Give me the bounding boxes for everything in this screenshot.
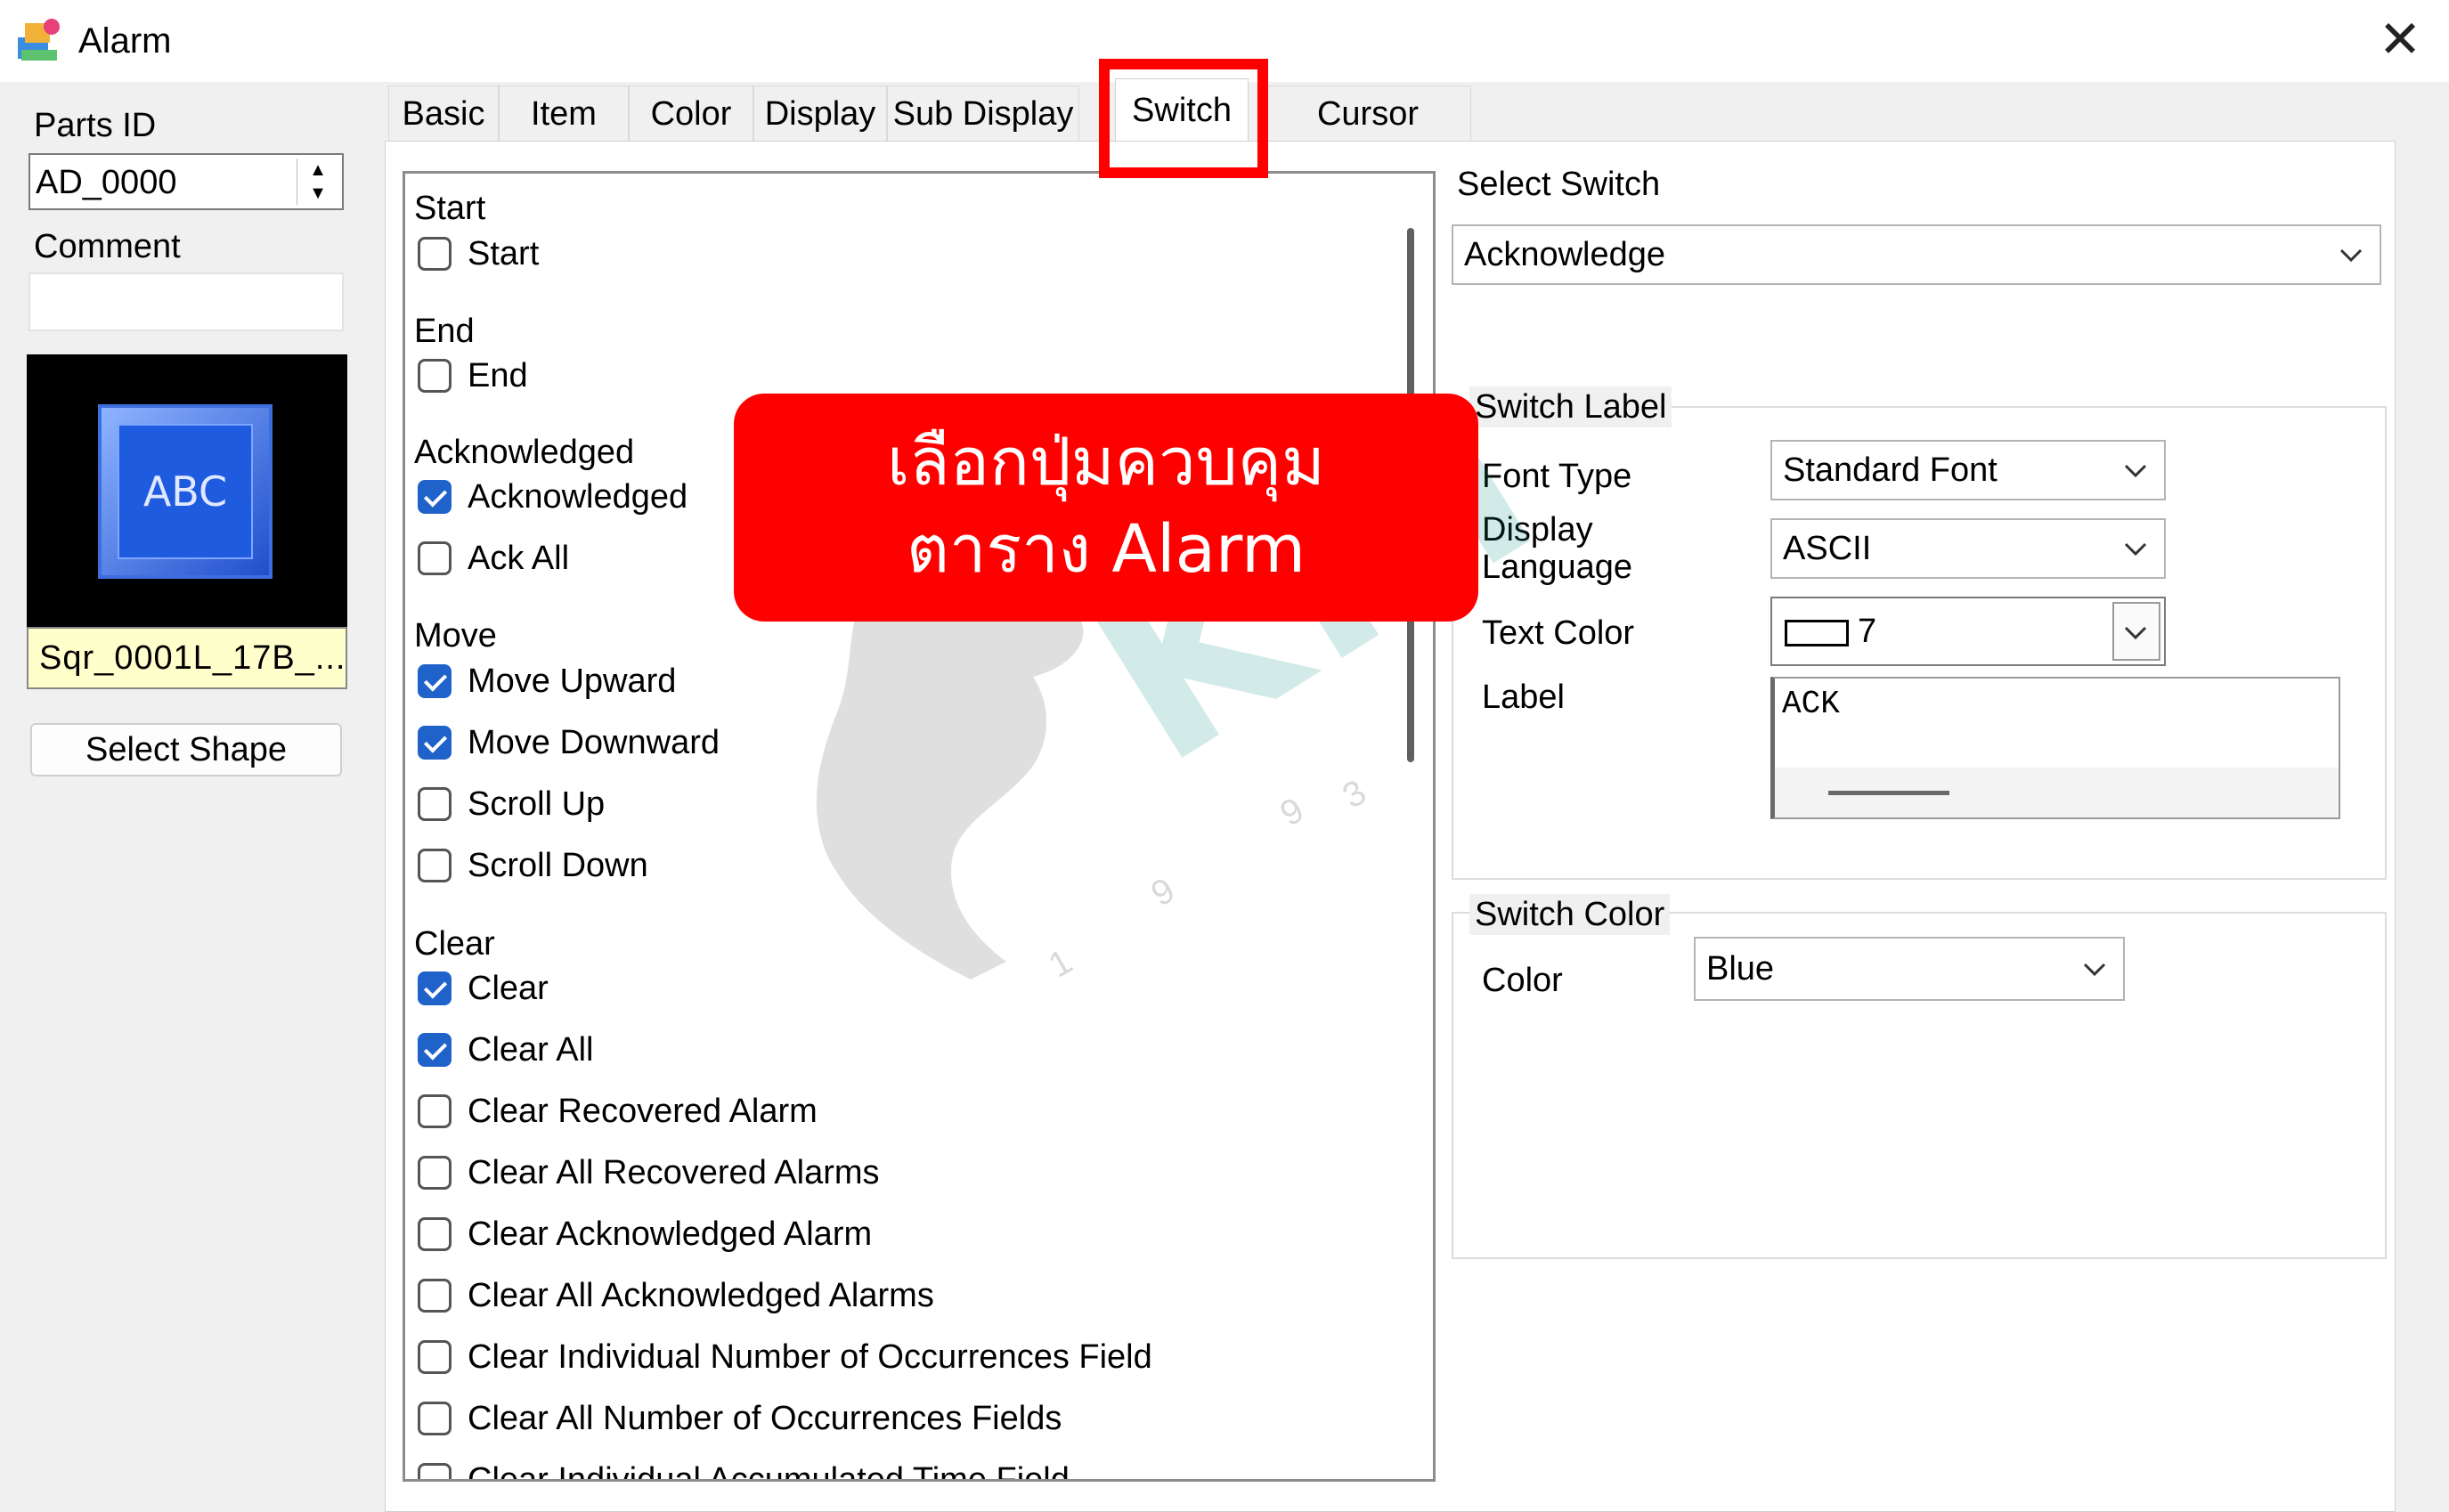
close-icon[interactable]: ✕ [2367, 7, 2433, 73]
checkbox-box[interactable] [418, 1156, 452, 1190]
switch-label-legend: Switch Label [1469, 386, 1672, 427]
checkbox-label: Clear Recovered Alarm [468, 1093, 818, 1130]
select-shape-button[interactable]: Select Shape [30, 723, 342, 776]
checkbox-label: Clear Acknowledged Alarm [468, 1215, 873, 1253]
checkbox-box[interactable] [418, 1340, 452, 1374]
parts-id-value: AD_0000 [36, 164, 177, 201]
checkbox-label: Scroll Down [468, 847, 648, 884]
checkbox-label: Move Downward [468, 724, 720, 761]
window-title: Alarm [78, 21, 172, 61]
chevron-down-icon [2124, 542, 2147, 557]
checkbox-label: Clear All Recovered Alarms [468, 1154, 880, 1191]
comment-field[interactable] [28, 272, 344, 331]
select-switch-label: Select Switch [1457, 166, 1661, 203]
checkbox-label: Scroll Up [468, 785, 606, 823]
preview-switch-text: ABC [118, 424, 253, 559]
text-color-value: 7 [1858, 613, 1877, 650]
font-type-dropdown[interactable]: Standard Font [1770, 440, 2166, 500]
checkbox-label: Clear All Number of Occurrences Fields [468, 1400, 1062, 1437]
select-switch-value: Acknowledge [1464, 236, 1666, 273]
select-switch-dropdown[interactable]: Acknowledge [1452, 224, 2381, 285]
preview-switch-shape: ABC [98, 404, 273, 579]
group-acknowledged-title: Acknowledged [414, 434, 635, 471]
tab-sub-display[interactable]: Sub Display [887, 85, 1079, 141]
display-language-label: Display Language [1482, 511, 1633, 586]
checkbox-box[interactable] [418, 849, 452, 882]
checkbox-box[interactable] [418, 1094, 452, 1128]
chevron-down-icon [2083, 963, 2106, 977]
spin-down-icon[interactable]: ▼ [297, 182, 338, 205]
checkbox-box[interactable] [418, 359, 452, 393]
chevron-down-icon [2124, 626, 2147, 640]
group-clear-title: Clear [414, 925, 495, 963]
checkbox-box[interactable] [418, 1217, 452, 1251]
tab-cursor-shape[interactable]: Cursor Shape [1265, 85, 1471, 188]
parts-id-field[interactable]: AD_0000 ▲ ▼ [28, 153, 344, 210]
shape-preview: ABC [27, 354, 347, 629]
checkbox-box[interactable] [418, 541, 452, 575]
switch-tab-highlight [1099, 59, 1268, 178]
font-type-label: Font Type [1482, 458, 1632, 495]
checkbox-label: Clear Individual Accumulated Time Field [468, 1461, 1070, 1482]
checkbox-label: Start [468, 235, 540, 272]
label-separator [1828, 791, 1949, 795]
display-language-dropdown[interactable]: ASCII [1770, 518, 2166, 579]
annotation-line-2: ตาราง Alarm [906, 511, 1306, 588]
group-start-title: Start [414, 190, 486, 227]
checkbox-label: Clear All [468, 1031, 594, 1069]
tab-bar: Basic Item Color Display Sub Display Swi… [388, 78, 2396, 188]
text-color-label: Text Color [1482, 614, 1635, 652]
text-color-dropdown-button[interactable] [2112, 602, 2160, 661]
switch-list[interactable]: Start Start End End Acknowledged Acknowl… [403, 171, 1436, 1482]
switch-color-legend: Switch Color [1469, 894, 1671, 935]
parts-id-label: Parts ID [34, 107, 157, 144]
checkbox-box[interactable] [418, 1402, 452, 1435]
label-text-value: ACK [1782, 686, 1840, 722]
checkbox-box[interactable] [418, 1463, 452, 1479]
parts-id-spinner[interactable]: ▲ ▼ [297, 159, 338, 205]
checkbox-label: Clear [468, 970, 549, 1007]
checkbox-label: Acknowledged [468, 478, 688, 516]
checkbox-label: Ack All [468, 540, 570, 577]
switch-color-value: Blue [1706, 950, 1775, 988]
annotation-line-1: เลือกปุ่มควบคุม [887, 424, 1325, 500]
chevron-down-icon [2124, 464, 2147, 478]
checkbox-label: Clear Individual Number of Occurrences F… [468, 1338, 1152, 1376]
label-text-field[interactable]: ACK [1770, 677, 2340, 819]
checkbox-label: End [468, 357, 528, 394]
color-label: Color [1482, 962, 1563, 999]
checkbox-box[interactable] [418, 787, 452, 821]
checkbox-label: Clear All Acknowledged Alarms [468, 1277, 934, 1314]
checkbox-box[interactable] [418, 971, 452, 1005]
tab-display[interactable]: Display [753, 85, 887, 141]
switch-color-dropdown[interactable]: Blue [1694, 937, 2125, 1001]
checkbox-box[interactable] [418, 480, 452, 514]
checkbox-label: Move Upward [468, 663, 677, 700]
checkbox-box[interactable] [418, 1033, 452, 1067]
color-swatch [1785, 620, 1849, 646]
group-end-title: End [414, 313, 475, 350]
label-label: Label [1482, 679, 1565, 716]
tab-item[interactable]: Item [499, 85, 629, 141]
app-icon [18, 19, 60, 61]
tab-color[interactable]: Color [629, 85, 753, 141]
checkbox-box[interactable] [418, 726, 452, 760]
spin-up-icon[interactable]: ▲ [297, 159, 338, 182]
group-move-title: Move [414, 617, 497, 654]
checkbox-box[interactable] [418, 664, 452, 698]
text-color-picker[interactable]: 7 [1770, 597, 2166, 666]
chevron-down-icon [2339, 248, 2363, 263]
annotation-callout: เลือกปุ่มควบคุม ตาราง Alarm [734, 394, 1478, 622]
shape-name: Sqr_0001L_17B_... [27, 627, 347, 689]
checkbox-box[interactable] [418, 237, 452, 271]
comment-label: Comment [34, 228, 181, 265]
display-language-value: ASCII [1783, 530, 1872, 567]
font-type-value: Standard Font [1783, 451, 1997, 489]
list-scrollbar[interactable] [1395, 175, 1432, 1478]
label-text-area[interactable] [1775, 679, 2339, 768]
checkbox-box[interactable] [418, 1279, 452, 1313]
tab-basic[interactable]: Basic [388, 85, 499, 141]
